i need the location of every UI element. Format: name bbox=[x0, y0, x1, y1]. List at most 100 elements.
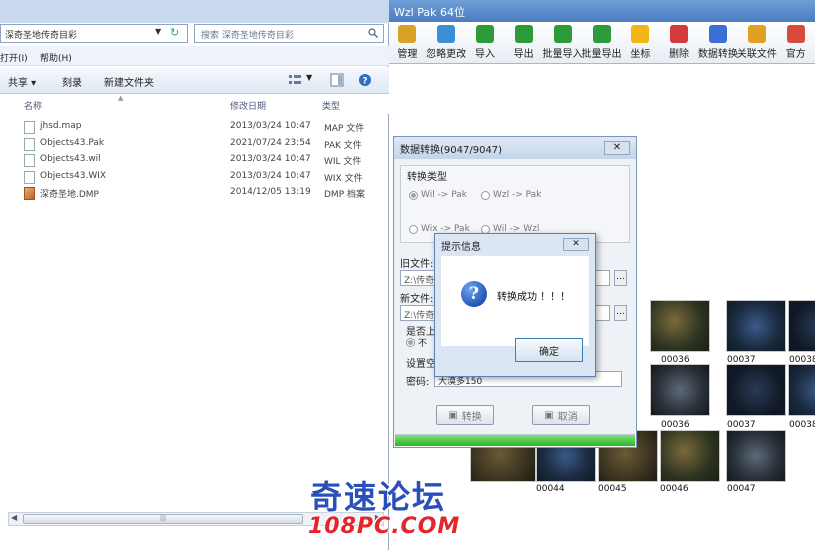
option-wzl-pak[interactable]: Wzl -> Pak bbox=[481, 190, 541, 200]
file-date: 2013/03/24 10:47 bbox=[230, 121, 311, 131]
convert-dialog-titlebar: 数据转换(9047/9047) ✕ bbox=[394, 137, 636, 159]
thumb-tile[interactable] bbox=[726, 300, 786, 352]
chevron-down-icon[interactable]: ▼ bbox=[155, 27, 161, 36]
convert-icon bbox=[708, 25, 727, 43]
watermark-site: 108PC.COM bbox=[308, 514, 461, 539]
toolbar-button[interactable]: 管理 bbox=[388, 22, 427, 64]
search-input[interactable]: 搜索 深奇圣地传奇目彩 bbox=[194, 24, 384, 43]
burn-button[interactable]: 刻录 bbox=[62, 74, 82, 89]
new-file-label: 新文件: bbox=[400, 294, 434, 305]
radio-icon bbox=[409, 190, 418, 200]
watermark-title: 奇速论坛 bbox=[310, 478, 447, 516]
thumb-label: 00036 bbox=[661, 420, 690, 430]
close-button[interactable]: ✕ bbox=[563, 238, 589, 251]
cancel-icon: ▣ bbox=[544, 409, 554, 421]
convert-button-label: 转换 bbox=[461, 411, 482, 423]
option-label: Wil -> Pak bbox=[421, 190, 467, 200]
thumb-tile[interactable] bbox=[788, 300, 815, 352]
official-icon bbox=[786, 25, 805, 43]
close-button[interactable]: ✕ bbox=[604, 141, 630, 155]
column-header: 名称 修改日期 类型 bbox=[0, 94, 389, 114]
option-wil-pak[interactable]: Wil -> Pak bbox=[409, 190, 467, 200]
chevron-down-icon[interactable]: ▼ bbox=[306, 73, 312, 82]
menu-help[interactable]: 帮助(H) bbox=[40, 51, 72, 64]
scroll-thumb[interactable]: ||| bbox=[23, 514, 303, 524]
cancel-button-label: 取消 bbox=[557, 411, 578, 423]
old-file-label: 旧文件: bbox=[400, 259, 434, 270]
toolbar-button-label: 关联文件 bbox=[736, 49, 777, 60]
command-bar: 共享 ▾ 刻录 新建文件夹 ▼ ? bbox=[0, 67, 389, 94]
browse-new-button[interactable]: … bbox=[614, 305, 627, 321]
file-row[interactable]: Objects43.wil 2013/03/24 10:47 WIL 文件 bbox=[22, 151, 382, 167]
share-button[interactable]: 共享 ▾ bbox=[8, 74, 36, 89]
explorer-titlebar bbox=[0, 0, 389, 23]
convert-dialog-title: 数据转换(9047/9047) bbox=[400, 145, 503, 156]
file-name: Objects43.Pak bbox=[40, 137, 105, 148]
column-type[interactable]: 类型 bbox=[322, 99, 340, 112]
file-name: Objects43.wil bbox=[40, 154, 101, 164]
file-row[interactable]: Objects43.Pak 2021/07/24 23:54 PAK 文件 bbox=[22, 135, 382, 151]
thumb-tile[interactable] bbox=[726, 364, 786, 416]
file-date: 2013/03/24 10:47 bbox=[230, 154, 311, 164]
watermark-logo: 奇速论坛 108PC.COM bbox=[300, 470, 515, 546]
file-row[interactable]: jhsd.map 2013/03/24 10:47 MAP 文件 bbox=[22, 118, 382, 134]
toolbar-button-label: 管理 bbox=[397, 49, 418, 60]
toolbar-button[interactable]: 忽略更改 bbox=[426, 22, 467, 64]
thumb-tile[interactable] bbox=[650, 364, 710, 416]
scroll-left-icon[interactable]: ◀ bbox=[11, 513, 17, 522]
file-row[interactable]: Objects43.WIX 2013/03/24 10:47 WIX 文件 bbox=[22, 168, 382, 184]
dmp-icon bbox=[24, 187, 35, 200]
thumb-label: 00047 bbox=[727, 484, 756, 494]
toolbar-button[interactable]: 官方 bbox=[776, 22, 815, 64]
toolbar-button-label: 官方 bbox=[785, 49, 806, 60]
convert-type-group: 转换类型 Wil -> Pak Wzl -> Pak Wix -> Pak Wi… bbox=[400, 165, 630, 243]
app-title: Wzl Pak 64位 bbox=[388, 0, 815, 22]
option-label: 不 bbox=[418, 339, 428, 349]
preview-pane-icon[interactable] bbox=[330, 73, 344, 87]
ok-button[interactable]: 确定 bbox=[515, 338, 583, 362]
file-name: 深奇圣地.DMP bbox=[40, 190, 99, 200]
file-icon bbox=[24, 154, 35, 167]
message-text: 转换成功 ！！！ bbox=[497, 292, 571, 303]
column-name[interactable]: 名称 bbox=[24, 99, 42, 112]
toolbar-button-label: 忽略更改 bbox=[426, 49, 467, 60]
toolbar-button-label: 导入 bbox=[475, 49, 495, 60]
overwrite-option[interactable]: 不 bbox=[406, 336, 427, 349]
toolbar-button[interactable]: 导出 bbox=[504, 22, 543, 64]
toolbar-button[interactable]: 数据转换 bbox=[697, 22, 738, 64]
toolbar-button-label: 数据转换 bbox=[697, 49, 738, 60]
help-icon[interactable]: ? bbox=[358, 73, 372, 87]
convert-button[interactable]: ▣ 转换 bbox=[436, 405, 494, 425]
new-folder-button[interactable]: 新建文件夹 bbox=[104, 74, 154, 89]
file-name: jhsd.map bbox=[40, 121, 82, 131]
export-icon bbox=[514, 25, 533, 43]
option-label: Wzl -> Pak bbox=[493, 190, 542, 200]
thumb-tile[interactable] bbox=[660, 430, 720, 482]
convert-icon: ▣ bbox=[448, 409, 458, 421]
file-name: Objects43.WIX bbox=[40, 170, 107, 181]
browse-old-button[interactable]: … bbox=[614, 270, 627, 286]
thumb-tile[interactable] bbox=[788, 364, 815, 416]
view-options-icon[interactable] bbox=[288, 73, 302, 87]
thumb-tile[interactable] bbox=[726, 430, 786, 482]
star-icon bbox=[631, 25, 650, 43]
toolbar-button[interactable]: 坐标 bbox=[621, 22, 660, 64]
column-date[interactable]: 修改日期 bbox=[230, 99, 266, 112]
cancel-button[interactable]: ▣ 取消 bbox=[532, 405, 590, 425]
batch-import-icon bbox=[553, 25, 572, 43]
password-label: 密码: bbox=[406, 377, 430, 388]
menu-open[interactable]: 打开(I) bbox=[0, 51, 28, 64]
delete-icon bbox=[670, 25, 689, 43]
convert-progress-bar bbox=[395, 434, 635, 446]
toolbar-button[interactable]: 批量导出 bbox=[582, 22, 622, 64]
toolbar-button[interactable]: 导入 bbox=[466, 22, 505, 64]
settings-label: 设置空 bbox=[406, 359, 436, 370]
thumb-tile[interactable] bbox=[650, 300, 710, 352]
file-row[interactable]: 深奇圣地.DMP 2014/12/05 13:19 DMP 档案 bbox=[22, 184, 382, 200]
toolbar-button[interactable]: 批量导入 bbox=[543, 22, 583, 64]
refresh-icon[interactable]: ↻ bbox=[170, 26, 179, 39]
message-body: ? 转换成功 ！！！ bbox=[441, 256, 589, 346]
toolbar-button[interactable]: 关联文件 bbox=[736, 22, 777, 64]
toolbar-button[interactable]: 删除 bbox=[660, 22, 699, 64]
toolbar-button-label: 坐标 bbox=[630, 49, 651, 60]
